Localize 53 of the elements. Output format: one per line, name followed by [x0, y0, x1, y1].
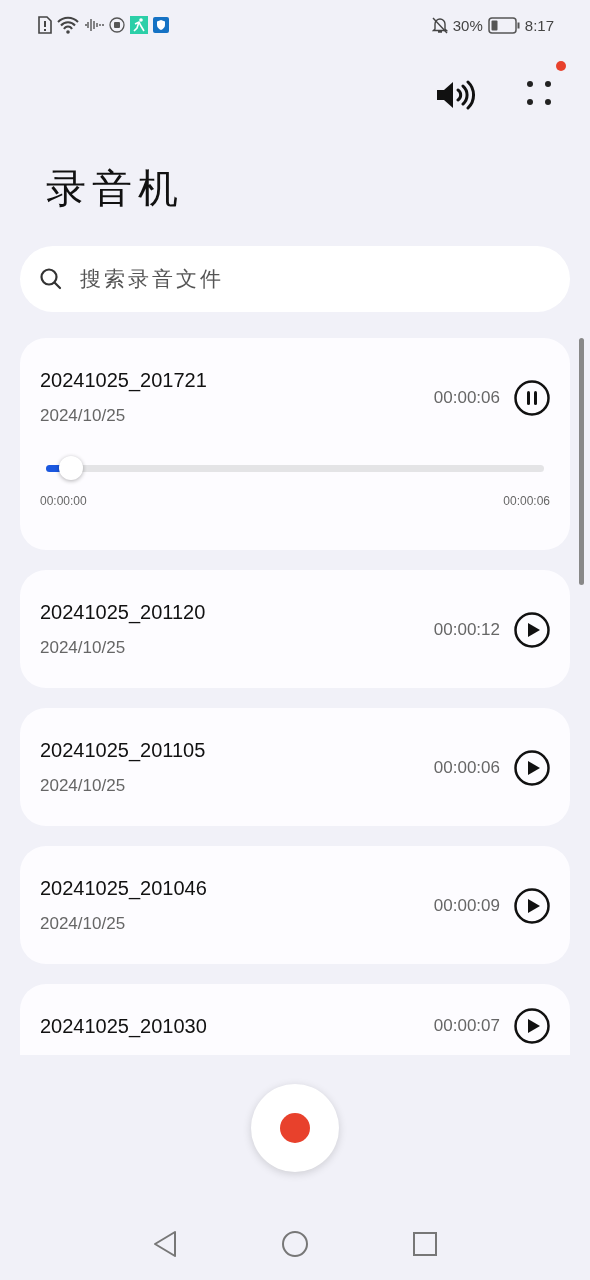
recording-name: 20241025_201105	[40, 738, 207, 764]
sim-alert-icon	[38, 16, 52, 34]
recording-name: 20241025_201030	[40, 1014, 208, 1040]
recording-duration: 00:00:12	[433, 620, 500, 640]
home-icon[interactable]	[281, 1230, 309, 1258]
search-field[interactable]: 搜索录音文件	[20, 246, 570, 312]
recording-duration: 00:00:07	[433, 1016, 500, 1036]
recents-icon[interactable]	[412, 1231, 439, 1257]
play-icon	[514, 1008, 550, 1044]
stop-icon	[109, 17, 125, 33]
recording-card[interactable]: 20241025_201120 2024/10/25 00:00:12	[20, 570, 570, 688]
recording-card[interactable]: 20241025_201046 2024/10/25 00:00:09	[20, 846, 570, 964]
play-icon	[514, 612, 550, 648]
page-title: 录音机	[45, 165, 185, 212]
running-app-icon	[130, 16, 148, 34]
pause-button[interactable]	[514, 380, 550, 416]
slider-track[interactable]	[46, 465, 544, 472]
recording-duration: 00:00:06	[433, 388, 500, 408]
record-icon	[280, 1112, 310, 1143]
play-button[interactable]	[514, 888, 550, 924]
slider-thumb[interactable]	[58, 456, 83, 480]
recording-date: 2024/10/25	[40, 775, 127, 797]
play-button[interactable]	[514, 750, 550, 786]
battery-percent: 30%	[452, 16, 483, 34]
elapsed-time: 00:00:00	[40, 494, 87, 508]
recording-duration: 00:00:06	[433, 758, 500, 778]
shield-app-icon	[153, 17, 169, 33]
recording-duration: 00:00:09	[433, 896, 500, 916]
bell-muted-icon	[431, 16, 448, 34]
record-button[interactable]	[251, 1083, 339, 1172]
pause-icon	[514, 380, 550, 416]
recording-name: 20241025_201120	[40, 600, 207, 626]
speaker-icon[interactable]	[436, 80, 476, 110]
recording-date: 2024/10/25	[40, 637, 127, 659]
recording-card[interactable]: 20241025_201105 2024/10/25 00:00:06	[20, 708, 570, 826]
play-button[interactable]	[514, 612, 550, 648]
wifi-icon	[57, 16, 79, 34]
search-icon	[40, 268, 62, 290]
recording-date: 2024/10/25	[40, 913, 127, 935]
battery-icon	[487, 16, 520, 34]
recording-name: 20241025_201721	[40, 368, 208, 394]
total-time: 00:00:06	[503, 494, 550, 508]
scrollbar[interactable]	[579, 338, 584, 585]
recording-date: 2024/10/25	[40, 405, 127, 427]
play-button[interactable]	[514, 1008, 550, 1044]
back-icon[interactable]	[151, 1230, 178, 1258]
clock-time: 8:17	[524, 16, 554, 34]
recording-card[interactable]: 20241025_201030 00:00:07	[20, 984, 570, 1055]
play-icon	[514, 750, 550, 786]
recording-card[interactable]: 20241025_201721 2024/10/25 00:00:06 00:00:00 00:00:06	[20, 338, 570, 550]
sound-wave-icon	[84, 18, 104, 32]
recording-name: 20241025_201046	[40, 876, 208, 902]
play-icon	[514, 888, 550, 924]
